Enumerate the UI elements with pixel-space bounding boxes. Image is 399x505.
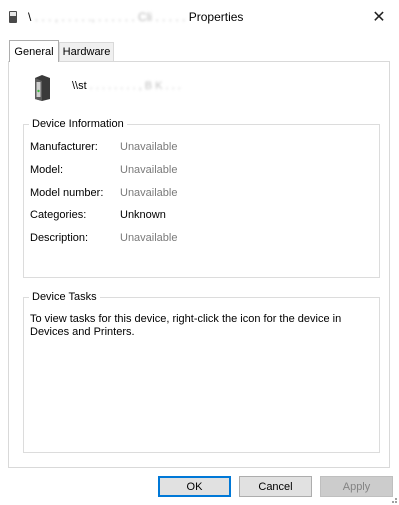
close-icon: ✕ (372, 9, 386, 26)
cancel-button-label: Cancel (258, 480, 293, 493)
model-label: Model: (30, 164, 64, 176)
tab-hardware[interactable]: Hardware (59, 42, 114, 61)
apply-button[interactable]: Apply (320, 476, 393, 497)
window-title: \ . . . , . . . . ., . . . . . . Cli . .… (28, 10, 243, 24)
description-value: Unavailable (120, 232, 178, 244)
ok-button[interactable]: OK (158, 476, 231, 497)
window-title-suffix: Properties (188, 10, 244, 24)
tab-hardware-label: Hardware (62, 46, 111, 58)
close-button[interactable]: ✕ (359, 0, 399, 34)
model-number-value: Unavailable (120, 187, 178, 199)
device-name-prefix: \\st (72, 80, 87, 92)
device-tasks-text: To view tasks for this device, right-cli… (30, 313, 342, 338)
model-number-label: Model number: (30, 187, 104, 199)
categories-value: Unknown (120, 209, 166, 221)
apply-button-label: Apply (342, 480, 371, 493)
tab-strip: General Hardware (0, 40, 399, 62)
description-label: Description: (30, 232, 89, 244)
device-tasks-title: Device Tasks (29, 291, 100, 303)
device-name: \\st . . . . . . . . , B K . . . (72, 80, 181, 92)
manufacturer-value: Unavailable (120, 141, 178, 153)
window-title-obscured: . . . , . . . . ., . . . . . . Cli . . .… (34, 10, 186, 24)
device-information-title: Device Information (29, 118, 127, 130)
title-bar: \ . . . , . . . . ., . . . . . . Cli . .… (0, 0, 399, 34)
device-icon (35, 75, 50, 101)
device-name-obscured: . . . . . . . . , B K . . . (89, 80, 181, 92)
categories-label: Categories: (30, 209, 87, 221)
window-title-prefix: \ (28, 10, 32, 24)
tab-general[interactable]: General (9, 40, 59, 62)
manufacturer-label: Manufacturer: (30, 141, 98, 153)
resize-grip-icon[interactable] (388, 494, 398, 504)
cancel-button[interactable]: Cancel (239, 476, 312, 497)
printer-device-icon (9, 11, 17, 23)
tab-general-label: General (14, 45, 54, 58)
model-value: Unavailable (120, 164, 178, 176)
ok-button-label: OK (186, 480, 203, 493)
